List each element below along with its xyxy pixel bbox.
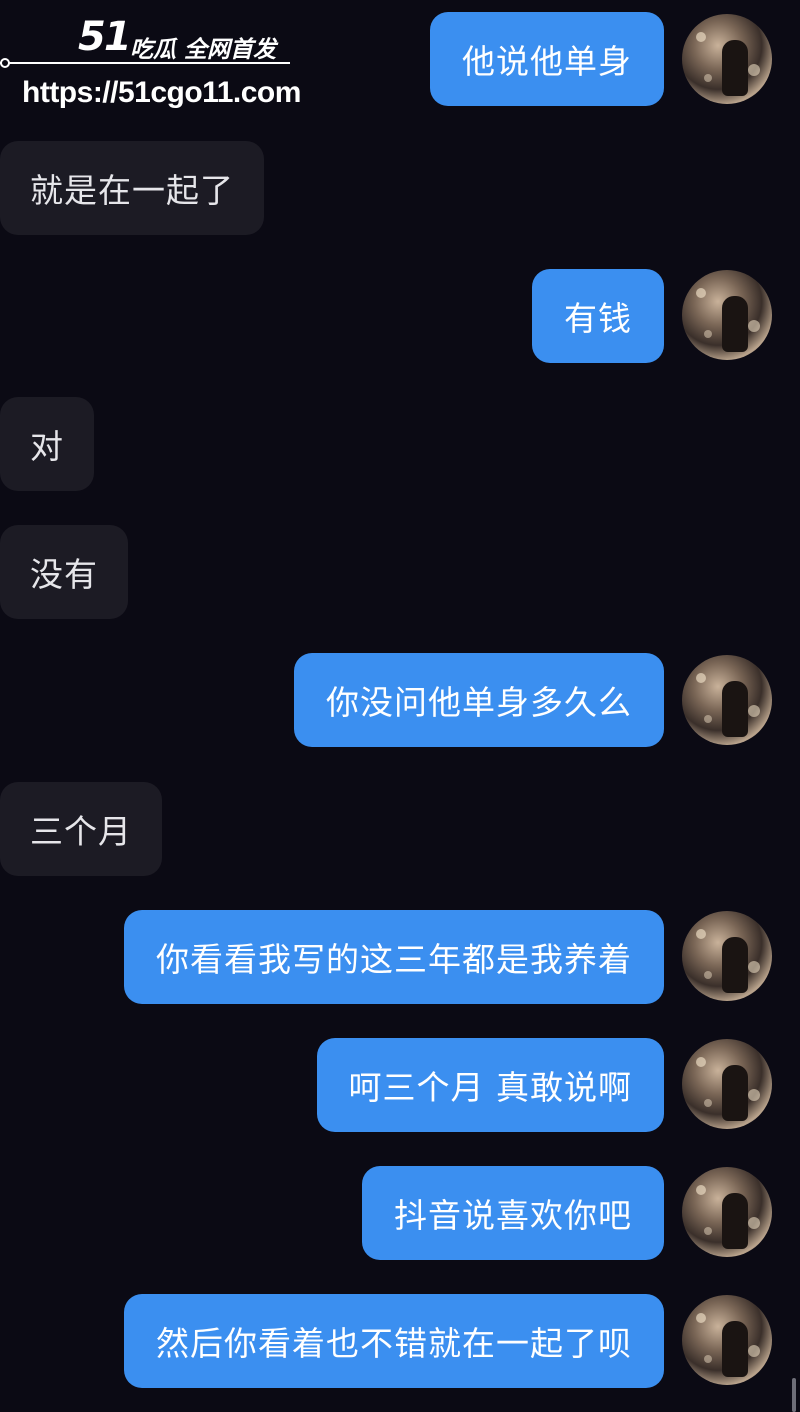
- message-text: 抖音说喜欢你吧: [394, 1196, 632, 1235]
- message-bubble-incoming[interactable]: 三个月: [0, 782, 162, 876]
- watermark-logo: 51 吃瓜 全网首发 https://51cgo11.com: [0, 6, 301, 111]
- user-avatar[interactable]: [682, 655, 772, 745]
- message-text: 你看看我写的这三年都是我养着: [156, 940, 632, 979]
- message-text: 你没问他单身多久么: [326, 683, 632, 722]
- message-text: 三个月: [30, 812, 132, 851]
- message-bubble-outgoing[interactable]: 抖音说喜欢你吧: [362, 1166, 664, 1260]
- watermark-dot: [0, 58, 10, 68]
- message-bubble-outgoing[interactable]: 你看看我写的这三年都是我养着: [124, 910, 664, 1004]
- watermark-title: 吃瓜 全网首发: [130, 37, 277, 63]
- message-bubble-outgoing[interactable]: 你没问他单身多久么: [294, 653, 664, 747]
- user-avatar[interactable]: [682, 270, 772, 360]
- watermark-divider: [0, 62, 290, 64]
- message-bubble-outgoing[interactable]: 有钱: [532, 269, 664, 363]
- user-avatar[interactable]: [682, 911, 772, 1001]
- chat-conversation: 51 吃瓜 全网首发 https://51cgo11.com 他说他单身 就是在…: [0, 0, 800, 1412]
- user-avatar[interactable]: [682, 1039, 772, 1129]
- message-bubble-incoming[interactable]: 对: [0, 397, 94, 491]
- user-avatar[interactable]: [682, 14, 772, 104]
- message-text: 他说他单身: [462, 42, 632, 81]
- user-avatar[interactable]: [682, 1295, 772, 1385]
- message-text: 对: [30, 427, 64, 466]
- watermark-logo-number: 51: [78, 14, 132, 60]
- message-bubble-outgoing[interactable]: 呵三个月 真敢说啊: [316, 1038, 664, 1132]
- message-bubble-incoming[interactable]: 就是在一起了: [0, 141, 264, 235]
- scrollbar[interactable]: [792, 1378, 796, 1412]
- message-text: 有钱: [564, 299, 632, 338]
- message-text: 就是在一起了: [30, 171, 234, 210]
- user-avatar[interactable]: [682, 1167, 772, 1257]
- message-text: 没有: [30, 555, 98, 594]
- message-bubble-outgoing[interactable]: 然后你看着也不错就在一起了呗: [124, 1294, 664, 1388]
- message-bubble-incoming[interactable]: 没有: [0, 525, 128, 619]
- message-text: 呵三个月 真敢说啊: [348, 1068, 632, 1107]
- watermark-url: https://51cgo11.com: [22, 76, 301, 109]
- message-text: 然后你看着也不错就在一起了呗: [156, 1324, 632, 1363]
- message-bubble-outgoing[interactable]: 他说他单身: [430, 12, 664, 106]
